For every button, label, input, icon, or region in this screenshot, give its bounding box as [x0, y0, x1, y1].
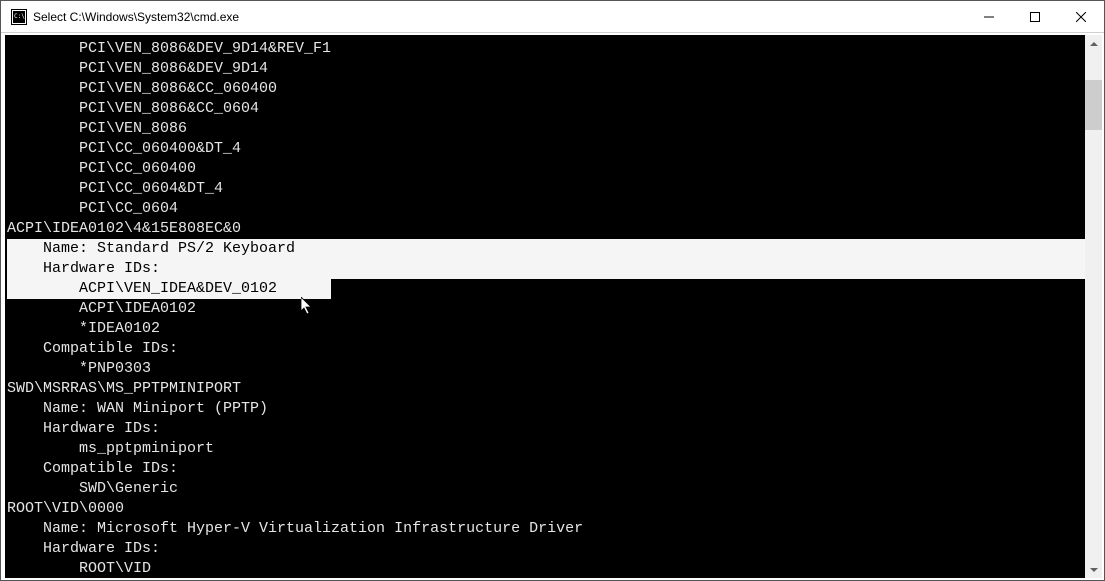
console-line[interactable]: Hardware IDs:	[7, 539, 1085, 559]
console-line[interactable]: ms_pptpminiport	[7, 439, 1085, 459]
console-line[interactable]: Name: Standard PS/2 Keyboard	[7, 239, 1085, 259]
console-line[interactable]: SWD\MSRRAS\MS_PPTPMINIPORT	[7, 379, 1085, 399]
console-line[interactable]: PCI\CC_0604&DT_4	[7, 179, 1085, 199]
console-line[interactable]: Compatible IDs:	[7, 339, 1085, 359]
console-line[interactable]: PCI\CC_0604	[7, 199, 1085, 219]
console-line[interactable]: Hardware IDs:	[7, 259, 1085, 279]
console-line[interactable]: Compatible IDs:	[7, 459, 1085, 479]
console-line[interactable]: PCI\VEN_8086&DEV_9D14&REV_F1	[7, 39, 1085, 59]
window-title: Select C:\Windows\System32\cmd.exe	[33, 10, 966, 24]
console-line[interactable]: PCI\CC_060400	[7, 159, 1085, 179]
scroll-up-button[interactable]	[1085, 35, 1102, 52]
vertical-scrollbar[interactable]	[1085, 35, 1102, 578]
console-area[interactable]: PCI\VEN_8086&DEV_9D14&REV_F1 PCI\VEN_808…	[5, 35, 1102, 578]
console-line[interactable]: *PNP0303	[7, 359, 1085, 379]
cmd-icon: C:\	[11, 9, 27, 25]
console-line[interactable]: ROOT\VID\0000	[7, 499, 1085, 519]
svg-text:C:\: C:\	[14, 13, 25, 20]
window-controls	[966, 1, 1104, 32]
console-line[interactable]: Name: WAN Miniport (PPTP)	[7, 399, 1085, 419]
console-line[interactable]: ROOT\VID	[7, 559, 1085, 578]
scroll-track[interactable]	[1085, 52, 1102, 561]
console-line[interactable]: Hardware IDs:	[7, 419, 1085, 439]
scroll-thumb[interactable]	[1085, 80, 1102, 130]
close-button[interactable]	[1058, 1, 1104, 32]
console-line[interactable]: PCI\VEN_8086	[7, 119, 1085, 139]
console-line[interactable]: PCI\CC_060400&DT_4	[7, 139, 1085, 159]
console-line[interactable]: *IDEA0102	[7, 319, 1085, 339]
console-line[interactable]: SWD\Generic	[7, 479, 1085, 499]
scroll-down-button[interactable]	[1085, 561, 1102, 578]
console-line[interactable]: ACPI\IDEA0102\4&15E808EC&0	[7, 219, 1085, 239]
console-line[interactable]: PCI\VEN_8086&DEV_9D14	[7, 59, 1085, 79]
console-line[interactable]: Name: Microsoft Hyper-V Virtualization I…	[7, 519, 1085, 539]
minimize-button[interactable]	[966, 1, 1012, 32]
console-output[interactable]: PCI\VEN_8086&DEV_9D14&REV_F1 PCI\VEN_808…	[5, 35, 1085, 578]
console-line[interactable]: ACPI\IDEA0102	[7, 299, 1085, 319]
console-line[interactable]: PCI\VEN_8086&CC_060400	[7, 79, 1085, 99]
maximize-button[interactable]	[1012, 1, 1058, 32]
console-line[interactable]: ACPI\VEN_IDEA&DEV_0102	[7, 279, 1085, 299]
console-line[interactable]: PCI\VEN_8086&CC_0604	[7, 99, 1085, 119]
titlebar[interactable]: C:\ Select C:\Windows\System32\cmd.exe	[1, 1, 1104, 33]
